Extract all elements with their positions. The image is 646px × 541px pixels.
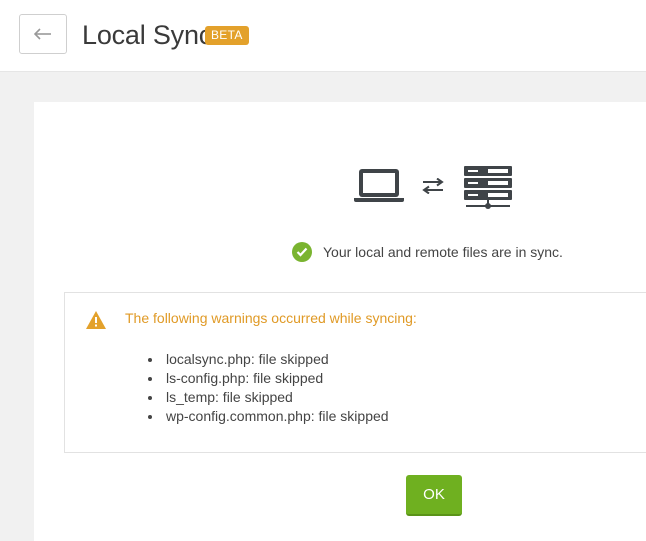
arrow-left-icon <box>34 28 52 40</box>
back-button[interactable] <box>19 14 67 54</box>
warning-item: localsync.php: file skipped <box>148 350 389 369</box>
sync-arrows-icon <box>422 177 444 199</box>
sync-illustration <box>354 166 514 210</box>
beta-badge: BETA <box>205 26 249 45</box>
server-icon <box>462 166 514 215</box>
sync-status: Your local and remote files are in sync. <box>292 242 563 262</box>
page-header: Local Sync BETA <box>0 0 646 72</box>
warning-item: ls-config.php: file skipped <box>148 369 389 388</box>
warning-item: ls_temp: file skipped <box>148 388 389 407</box>
sync-result-card: Your local and remote files are in sync.… <box>34 102 646 541</box>
warnings-panel: The following warnings occurred while sy… <box>64 292 646 453</box>
warnings-title: The following warnings occurred while sy… <box>125 310 417 326</box>
page-title: Local Sync <box>82 20 213 50</box>
check-circle-icon <box>292 242 312 262</box>
warning-item: wp-config.common.php: file skipped <box>148 407 389 426</box>
sync-status-text: Your local and remote files are in sync. <box>323 244 563 260</box>
laptop-icon <box>354 168 404 209</box>
warning-triangle-icon <box>85 310 107 335</box>
warnings-list: localsync.php: file skipped ls-config.ph… <box>148 350 389 426</box>
ok-button[interactable]: OK <box>406 475 462 516</box>
